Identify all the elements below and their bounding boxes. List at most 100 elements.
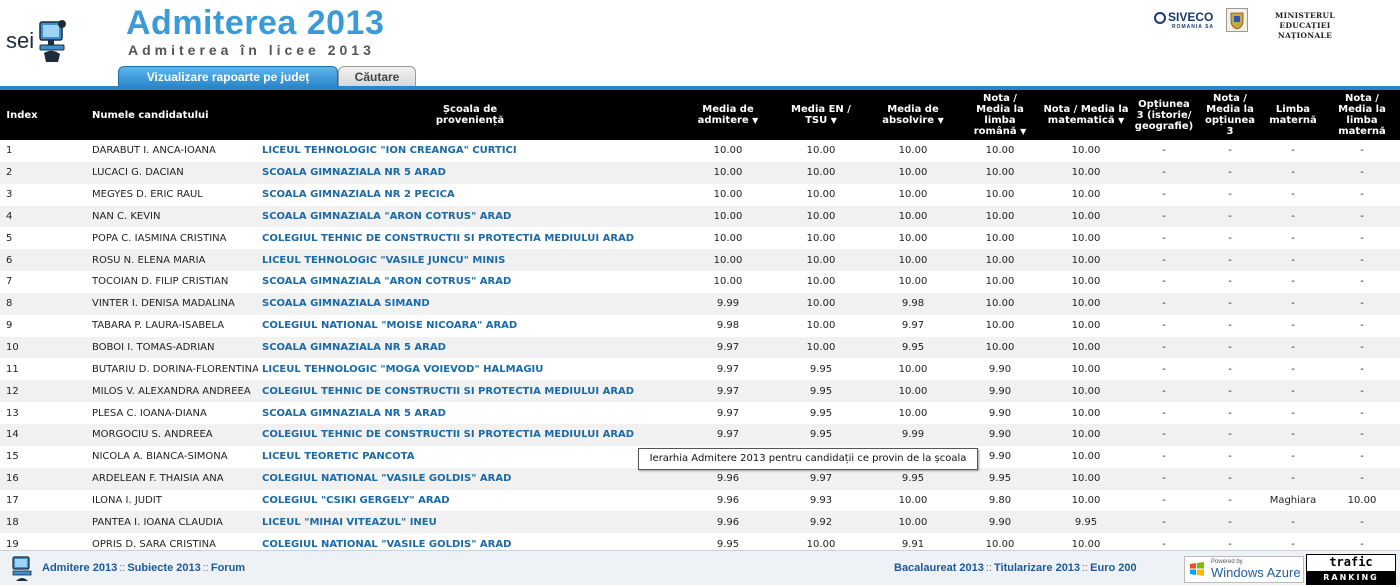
table-row: 16 ARDELEAN F. THAISIA ANA COLEGIUL NATION… bbox=[0, 467, 1400, 490]
table-row: 18 PANTEA I. IOANA CLAUDIA LICEUL "MIHAI V… bbox=[0, 511, 1400, 534]
siveco-logo[interactable]: SIVECO ROMANIA SA bbox=[1154, 10, 1214, 30]
cell-nota-mate: 10.00 bbox=[1071, 145, 1101, 157]
tab-vizualizare-rapoarte[interactable]: Vizualizare rapoarte pe județ bbox=[118, 66, 338, 87]
cell-media-absolvire: 9.98 bbox=[901, 298, 925, 310]
cell-nota-materna: - bbox=[1360, 167, 1364, 179]
cell-nota-mate: 10.00 bbox=[1071, 320, 1101, 332]
cell-index: 13 bbox=[6, 407, 19, 419]
cell-name: MORGOCIU S. ANDREEA bbox=[92, 429, 213, 441]
cell-media-absolvire: 10.00 bbox=[898, 167, 928, 179]
trafic-ranking-badge[interactable]: trafic RANKING bbox=[1306, 554, 1396, 585]
cell-nota-materna: 10.00 bbox=[1347, 494, 1377, 506]
col-nota-mate[interactable]: Nota / Media la matematică ▼ bbox=[1042, 90, 1130, 140]
cell-nota-optiunea: - bbox=[1228, 385, 1232, 397]
cell-nota-mate: 10.00 bbox=[1071, 210, 1101, 222]
cell-school[interactable]: SCOALA GIMNAZIALA SIMAND bbox=[258, 293, 682, 315]
cell-media-absolvire: 10.00 bbox=[898, 363, 928, 375]
cell-name: BOBOI I. TOMAS-ADRIAN bbox=[92, 342, 215, 354]
cell-index: 6 bbox=[6, 254, 13, 266]
cell-school[interactable]: COLEGIUL TEHNIC DE CONSTRUCTII SI PROTEC… bbox=[258, 227, 682, 249]
col-nota-romana[interactable]: Nota / Media la limba română ▼ bbox=[958, 90, 1042, 140]
cell-school[interactable]: SCOALA GIMNAZIALA "ARON COTRUS" ARAD bbox=[258, 271, 682, 293]
cell-school[interactable]: COLEGIUL NATIONAL "VASILE GOLDIS" ARAD bbox=[258, 468, 682, 490]
col-media-admitere[interactable]: Media de admitere ▼ bbox=[682, 90, 774, 140]
cell-school[interactable]: COLEGIUL TEHNIC DE CONSTRUCTII SI PROTEC… bbox=[258, 424, 682, 446]
col-index: Index bbox=[0, 90, 44, 140]
cell-school[interactable]: LICEUL TEHNOLOGIC "MOGA VOIEVOD" HALMAGI… bbox=[258, 358, 682, 380]
ranking-label: RANKING bbox=[1307, 571, 1395, 584]
cell-nota-materna: - bbox=[1360, 210, 1364, 222]
ministry-name[interactable]: MINISTERUL EDUCAȚIEI NAȚIONALE bbox=[1260, 11, 1350, 41]
footer-link-forum[interactable]: Forum bbox=[211, 562, 245, 574]
cell-school[interactable]: LICEUL "MIHAI VITEAZUL" INEU bbox=[258, 511, 682, 533]
cell-media-en: 9.95 bbox=[809, 385, 833, 397]
footer-link-euro[interactable]: Euro 200 bbox=[1090, 562, 1136, 574]
cell-optiunea: - bbox=[1162, 210, 1166, 222]
cell-media-en: 10.00 bbox=[806, 232, 836, 244]
cell-index: 1 bbox=[6, 145, 13, 157]
cell-name: TOCOIAN D. FILIP CRISTIAN bbox=[92, 276, 229, 288]
cell-nota-optiunea: - bbox=[1228, 429, 1232, 441]
cell-optiunea: - bbox=[1162, 363, 1166, 375]
cell-media-en: 9.97 bbox=[809, 473, 833, 485]
cell-media-absolvire: 10.00 bbox=[898, 276, 928, 288]
page-title: Admiterea 2013 bbox=[126, 4, 385, 42]
tab-cautare[interactable]: Căutare bbox=[338, 66, 416, 87]
sei-logo[interactable]: sei bbox=[4, 14, 76, 72]
cell-limba-materna: - bbox=[1291, 232, 1295, 244]
cell-school[interactable]: LICEUL TEHNOLOGIC "VASILE JUNCU" MINIS bbox=[258, 249, 682, 271]
cell-nota-romana: 10.00 bbox=[985, 210, 1015, 222]
cell-optiunea: - bbox=[1162, 298, 1166, 310]
windows-flag-icon bbox=[1190, 562, 1204, 576]
col-media-absolvire[interactable]: Media de absolvire ▼ bbox=[868, 90, 958, 140]
cell-media-en: 10.00 bbox=[806, 145, 836, 157]
cell-nota-optiunea: - bbox=[1228, 516, 1232, 528]
computer-user-icon bbox=[39, 20, 66, 62]
cell-school[interactable]: COLEGIUL NATIONAL "MOISE NICOARA" ARAD bbox=[258, 315, 682, 337]
cell-school[interactable]: LICEUL TEORETIC PANCOTA bbox=[258, 446, 682, 468]
cell-nota-optiunea: - bbox=[1228, 298, 1232, 310]
cell-school[interactable]: SCOALA GIMNAZIALA NR 5 ARAD bbox=[258, 162, 682, 184]
cell-nota-optiunea: - bbox=[1228, 189, 1232, 201]
cell-media-en: 10.00 bbox=[806, 189, 836, 201]
footer-link-bacalaureat[interactable]: Bacalaureat 2013 bbox=[894, 562, 984, 574]
cell-media-absolvire: 9.97 bbox=[901, 320, 925, 332]
col-media-en[interactable]: Media EN / TSU ▼ bbox=[774, 90, 868, 140]
cell-optiunea: - bbox=[1162, 342, 1166, 354]
cell-media-admitere: 9.96 bbox=[716, 494, 740, 506]
cell-school[interactable]: SCOALA GIMNAZIALA NR 2 PECICA bbox=[258, 184, 682, 206]
cell-school[interactable]: LICEUL TEHNOLOGIC "ION CREANGA" CURTICI bbox=[258, 140, 682, 162]
cell-index: 7 bbox=[6, 276, 13, 288]
windows-azure-badge[interactable]: Powered by Windows Azure bbox=[1184, 556, 1304, 583]
cell-school[interactable]: COLEGIUL "CSIKI GERGELY" ARAD bbox=[258, 490, 682, 512]
cell-nota-materna: - bbox=[1360, 429, 1364, 441]
sort-arrow-icon: ▼ bbox=[752, 116, 759, 125]
table-row: 2 LUCACI G. DACIAN SCOALA GIMNAZIALA NR 5 … bbox=[0, 161, 1400, 184]
footer-link-admitere[interactable]: Admitere 2013 bbox=[42, 562, 117, 574]
cell-name: MEGYES D. ERIC RAUL bbox=[92, 189, 203, 201]
cell-media-admitere: 9.97 bbox=[716, 363, 740, 375]
cell-name: NAN C. KEVIN bbox=[92, 210, 161, 222]
cell-school[interactable]: SCOALA GIMNAZIALA NR 5 ARAD bbox=[258, 337, 682, 359]
cell-media-en: 9.93 bbox=[809, 494, 833, 506]
cell-nota-mate: 10.00 bbox=[1071, 363, 1101, 375]
cell-optiunea: - bbox=[1162, 385, 1166, 397]
footer-link-titularizare[interactable]: Titularizare 2013 bbox=[994, 562, 1080, 574]
cell-school[interactable]: SCOALA GIMNAZIALA NR 5 ARAD bbox=[258, 402, 682, 424]
cell-optiunea: - bbox=[1162, 145, 1166, 157]
table-row: 17 ILONA I. JUDIT COLEGIUL "CSIKI GERGELY"… bbox=[0, 489, 1400, 512]
table-row: 12 MILOS V. ALEXANDRA ANDREEA COLEGIUL TEH… bbox=[0, 380, 1400, 403]
cell-school[interactable]: COLEGIUL TEHNIC DE CONSTRUCTII SI PROTEC… bbox=[258, 380, 682, 402]
cell-media-admitere: 9.96 bbox=[716, 473, 740, 485]
cell-nota-romana: 9.80 bbox=[988, 494, 1012, 506]
cell-name: ROSU N. ELENA MARIA bbox=[92, 254, 206, 266]
cell-nota-romana: 9.90 bbox=[988, 385, 1012, 397]
footer-link-subiecte[interactable]: Subiecte 2013 bbox=[127, 562, 200, 574]
cell-nota-mate: 10.00 bbox=[1071, 494, 1101, 506]
cell-nota-mate: 9.95 bbox=[1074, 516, 1098, 528]
cell-optiunea: - bbox=[1162, 254, 1166, 266]
cell-nota-mate: 10.00 bbox=[1071, 342, 1101, 354]
cell-name: TABARA P. LAURA-ISABELA bbox=[92, 320, 225, 332]
cell-index: 18 bbox=[6, 516, 19, 528]
cell-school[interactable]: SCOALA GIMNAZIALA "ARON COTRUS" ARAD bbox=[258, 206, 682, 228]
